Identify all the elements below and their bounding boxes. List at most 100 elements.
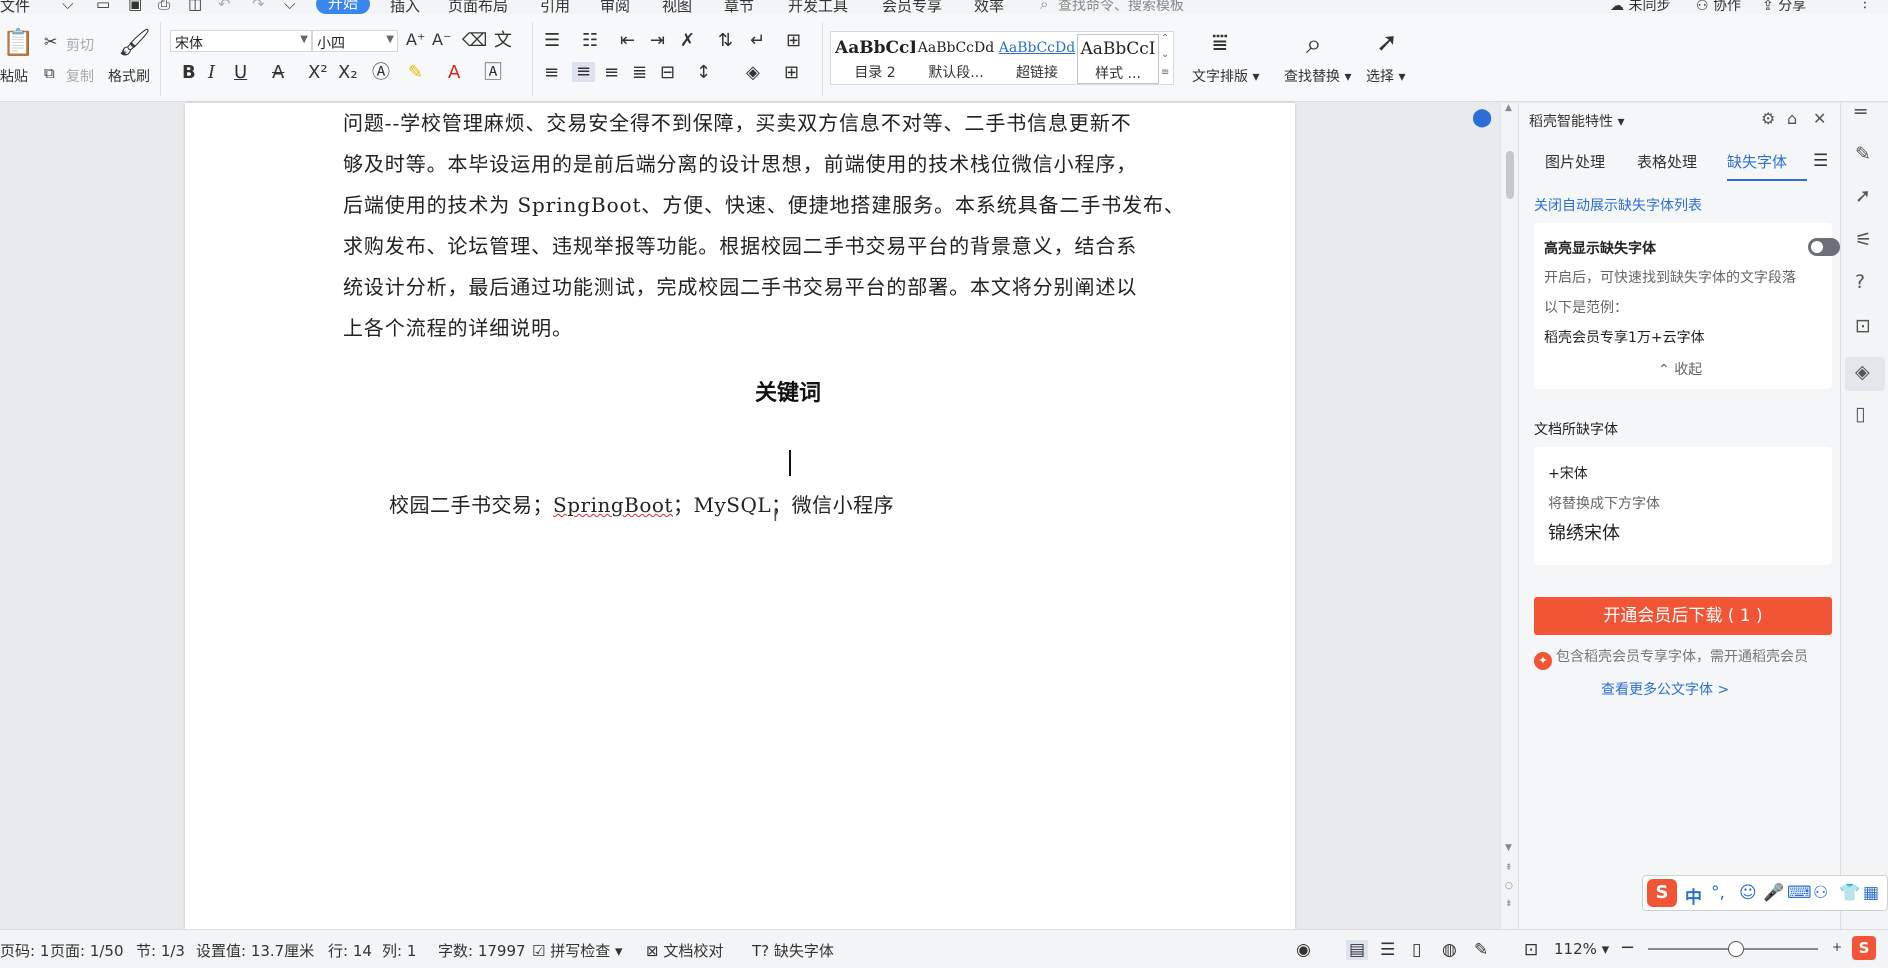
scroll-up-icon[interactable]: ⌃ [1161, 34, 1169, 44]
format-painter-button[interactable]: 格式刷 [108, 66, 150, 86]
italic-icon[interactable]: I [208, 64, 215, 82]
close-auto-show-link[interactable]: 关闭自动展示缺失字体列表 [1534, 195, 1702, 215]
style-item[interactable]: AaBbCcDd 超链接 [997, 34, 1077, 82]
vertical-scrollbar[interactable]: ▲ ▼ ⇞ ○ ⇟ [1500, 103, 1518, 929]
next-page-icon[interactable]: ⇟ [1505, 899, 1513, 909]
status-row[interactable]: 行: 14 [328, 940, 372, 961]
user-icon[interactable]: ⚇ [1813, 883, 1828, 903]
tab-insert[interactable]: 插入 [390, 0, 420, 14]
location-pin-icon[interactable]: ⬤ [1472, 107, 1492, 128]
font-color-icon[interactable]: A [448, 64, 460, 82]
chevron-down-icon[interactable]: ⌵ [62, 0, 73, 13]
prev-page-icon[interactable]: ⇞ [1505, 863, 1513, 873]
chinese-layout-icon[interactable]: ✗ [680, 32, 695, 50]
quick-access-more-icon[interactable]: ⌵ [284, 0, 295, 13]
style-item[interactable]: AaBbCcI 样式 ... [1077, 34, 1159, 84]
expand-gallery-icon[interactable]: ≡ [1161, 68, 1169, 78]
smart-feature-icon[interactable]: ◈ [1855, 361, 1870, 383]
write-view-icon[interactable]: ✎ [1474, 940, 1488, 960]
collapse-button[interactable]: ⌃ 收起 [1658, 359, 1702, 379]
align-right-icon[interactable]: ≡ [604, 64, 619, 82]
ruler-icon[interactable]: ⊞ [786, 32, 801, 50]
image-tool-icon[interactable]: ⊡ [1855, 315, 1871, 337]
missing-font-status-button[interactable]: T? 缺失字体 [752, 940, 834, 961]
superscript-icon[interactable]: X² [308, 64, 328, 82]
subscript-icon[interactable]: X₂ [338, 64, 358, 82]
text-layout-button[interactable]: 文字排版 ▾ [1192, 66, 1259, 86]
collab-button[interactable]: ⚇ 协作 [1696, 0, 1741, 14]
spell-check-button[interactable]: ☑ 拼写检查 ▾ [532, 940, 623, 961]
search-icon[interactable]: ⌕ [1306, 30, 1322, 58]
char-border-icon[interactable]: 🄰 [484, 64, 502, 82]
preview-icon[interactable]: ◫ [188, 0, 202, 13]
redo-icon[interactable]: ↷ [252, 0, 265, 13]
paste-icon[interactable]: 📋 [2, 30, 34, 56]
keyboard-icon[interactable]: ⌨ [1787, 883, 1812, 903]
emoji-icon[interactable]: ☺ [1739, 883, 1757, 903]
sogou-logo-icon[interactable]: S [1647, 879, 1677, 907]
settings-sliders-icon[interactable]: ⚟ [1855, 229, 1872, 251]
collapse-handle-icon[interactable]: ═ [1855, 101, 1866, 123]
status-section[interactable]: 节: 1/3 [136, 940, 185, 961]
align-center-icon[interactable]: ≡ [572, 62, 596, 82]
zoom-out-icon[interactable]: − [1620, 937, 1635, 958]
zoom-slider-handle[interactable] [1728, 941, 1744, 957]
scroll-thumb[interactable] [1506, 151, 1514, 199]
download-font-button[interactable]: 开通会员后下载 ( 1 ) [1534, 597, 1832, 635]
clear-format-icon[interactable]: ⌫ [462, 32, 487, 50]
undo-icon[interactable]: ↶ [218, 0, 231, 13]
numbered-list-icon[interactable]: ☷ [582, 32, 598, 50]
help-icon[interactable]: ? [1855, 271, 1865, 293]
print-icon[interactable]: ⎙ [158, 0, 170, 13]
status-pagenum[interactable]: 页码: 1 [0, 940, 49, 961]
tab-missing-fonts[interactable]: 缺失字体 [1727, 151, 1787, 172]
book-icon[interactable]: ▯ [1855, 403, 1865, 425]
status-wordcount[interactable]: 字数: 17997 [438, 940, 526, 961]
status-page[interactable]: 页面: 1/50 [50, 940, 124, 961]
highlight-toggle[interactable] [1808, 238, 1840, 256]
search-icon[interactable]: ⌕ [1040, 0, 1048, 13]
close-icon[interactable]: ✕ [1813, 109, 1826, 128]
zoom-in-icon[interactable]: + [1832, 940, 1842, 954]
export-icon[interactable]: ▣ [128, 0, 142, 13]
bold-icon[interactable]: B [182, 64, 196, 82]
highlight-icon[interactable]: ✎ [408, 64, 423, 82]
sync-status[interactable]: ☁ 未同步 [1610, 0, 1670, 14]
toolbox-icon[interactable]: ▦ [1863, 883, 1879, 903]
copy-button[interactable]: 复制 [66, 66, 94, 86]
text-effect-icon[interactable]: Ⓐ [372, 64, 390, 82]
tab-table-processing[interactable]: 表格处理 [1637, 151, 1697, 172]
style-item[interactable]: AaBbCcI 目录 2 [835, 34, 915, 82]
text-layout-icon[interactable]: ⩸ [1212, 30, 1228, 56]
scroll-up-icon[interactable]: ▲ [1505, 103, 1512, 113]
tab-view[interactable]: 视图 [662, 0, 692, 14]
tab-chapter[interactable]: 章节 [724, 0, 754, 14]
format-painter-icon[interactable]: 🖌 [118, 30, 151, 56]
decrease-indent-icon[interactable]: ⇤ [620, 32, 635, 50]
tab-page-layout[interactable]: 页面布局 [448, 0, 508, 14]
phonetic-icon[interactable]: 文 [494, 32, 512, 50]
paste-button[interactable]: 粘贴 [0, 66, 28, 86]
increase-indent-icon[interactable]: ⇥ [650, 32, 665, 50]
outline-view-icon[interactable]: ☰ [1380, 940, 1395, 960]
font-size-select[interactable]: 小四 ▼ [312, 30, 398, 52]
fit-page-icon[interactable]: ⊡ [1524, 940, 1538, 960]
shrink-font-icon[interactable]: A⁻ [432, 32, 451, 48]
share-button[interactable]: ⇪ 分享 [1762, 0, 1806, 14]
scroll-down-icon[interactable]: ⌄ [1161, 50, 1169, 60]
ime-mode[interactable]: 中 [1685, 883, 1702, 908]
style-item[interactable]: AaBbCcDd 默认段... [915, 34, 997, 82]
tab-developer[interactable]: 开发工具 [788, 0, 848, 14]
sogou-tray-icon[interactable]: S [1852, 936, 1876, 960]
skin-icon[interactable]: 👕 [1839, 883, 1860, 903]
pen-icon[interactable]: ✎ [1855, 143, 1871, 165]
eye-protection-icon[interactable]: ◉ [1296, 940, 1311, 960]
pointer-icon[interactable]: ➚ [1376, 30, 1398, 56]
menu-file[interactable]: 文件 [0, 0, 30, 14]
document-page[interactable]: 问题--学校管理麻烦、交易安全得不到保障，买卖双方信息不对等、二手书信息更新不 … [185, 103, 1295, 929]
distributed-icon[interactable]: ⊟ [660, 64, 675, 82]
sort-icon[interactable]: ⇅ [718, 32, 733, 50]
page-view-icon[interactable]: ▤ [1346, 940, 1369, 960]
select-button[interactable]: 选择 ▾ [1366, 66, 1405, 86]
tab-references[interactable]: 引用 [540, 0, 570, 14]
